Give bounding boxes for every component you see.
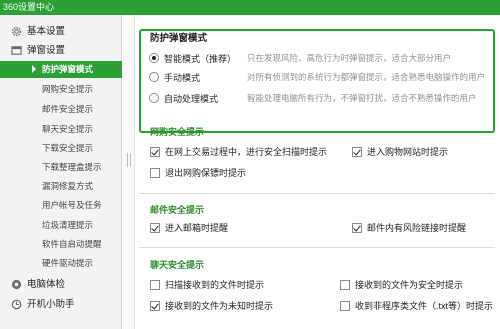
- sidebar-group-label: 弹窗设置: [27, 45, 66, 56]
- splitter[interactable]: [123, 15, 135, 329]
- sidebar: 基本设置 弹窗设置 防护弹窗模式 网购安全提示 邮件安全提示 聊天安全提示 下载…: [0, 15, 122, 329]
- sidebar-group-basic[interactable]: 基本设置: [0, 22, 122, 41]
- sidebar-item-label: 网购安全提示: [42, 84, 94, 94]
- sidebar-group-label: 电脑体检: [27, 279, 66, 290]
- radio-smart-mode[interactable]: 智能模式（推荐） 只在发现风险、高危行为时弹窗提示，适合大部分用户: [149, 51, 489, 65]
- checkbox-label: 退出网购保镖时提示: [165, 168, 247, 178]
- sidebar-item-label: 硬件驱动提示: [42, 258, 94, 268]
- sidebar-item-label: 用户帐号及任务: [42, 200, 102, 210]
- protect-mode-title: 防护弹窗模式: [150, 33, 208, 44]
- sidebar-item-autostart[interactable]: 软件自启动提醒: [0, 236, 122, 253]
- sidebar-item-label: 垃圾清理提示: [42, 220, 94, 230]
- window-title: 360设置中心: [3, 2, 55, 12]
- window-icon: [11, 46, 22, 55]
- radio-description: 只在发现风险、高危行为时弹窗提示，适合大部分用户: [247, 53, 452, 63]
- sidebar-item-label: 防护弹窗模式: [42, 64, 94, 74]
- sidebar-item-label: 软件自启动提醒: [42, 239, 102, 249]
- mail-section-title: 邮件安全提示: [150, 205, 205, 215]
- sidebar-item-label: 漏洞修复方式: [42, 181, 94, 191]
- checkbox-label: 收到非程序类文件（.txt等）时提示: [355, 301, 494, 311]
- checkbox[interactable]: [150, 301, 160, 311]
- sidebar-item-shopping[interactable]: 网购安全提示: [0, 81, 122, 98]
- checkbox[interactable]: [352, 147, 362, 157]
- clock-icon: [11, 299, 22, 310]
- checkbox-label: 邮件内有风险链接时提醒: [367, 223, 467, 233]
- radio-button[interactable]: [149, 53, 159, 63]
- settings-panel: 防护弹窗模式 智能模式（推荐） 只在发现风险、高危行为时弹窗提示，适合大部分用户…: [136, 15, 500, 329]
- checkup-icon: [11, 279, 22, 290]
- radio-label: 智能模式（推荐）: [164, 54, 237, 64]
- radio-label: 自动处理模式: [164, 94, 219, 104]
- sidebar-item-label: 聊天安全提示: [42, 124, 94, 134]
- sidebar-item-account[interactable]: 用户帐号及任务: [0, 197, 122, 214]
- sidebar-item-mail[interactable]: 邮件安全提示: [0, 101, 122, 118]
- active-arrow-icon: [32, 65, 36, 73]
- sidebar-item-label: 下载整理盒提示: [42, 162, 102, 172]
- sidebar-group-label: 开机小助手: [27, 299, 75, 310]
- sidebar-item-driver[interactable]: 硬件驱动提示: [0, 255, 122, 272]
- checkbox-label: 在网上交易过程中，进行安全扫描时提示: [165, 147, 328, 157]
- radio-description: 对所有侦测到的系统行为都弹窗提示，适合熟悉电脑操作的用户: [247, 72, 486, 82]
- section-divider: [139, 247, 495, 248]
- checkbox-label: 接收到的文件为未知时提示: [165, 301, 274, 311]
- checkbox[interactable]: [340, 280, 350, 290]
- sidebar-item-chat[interactable]: 聊天安全提示: [0, 121, 122, 138]
- checkbox-label: 进入邮箱时提醒: [165, 223, 229, 233]
- sidebar-item-patch[interactable]: 漏洞修复方式: [0, 178, 122, 195]
- sidebar-item-label: 下载安全提示: [42, 143, 94, 153]
- radio-button[interactable]: [149, 72, 159, 82]
- radio-button[interactable]: [149, 93, 159, 103]
- section-divider: [139, 193, 495, 194]
- sidebar-item-label: 邮件安全提示: [42, 104, 94, 114]
- checkbox[interactable]: [352, 223, 362, 233]
- radio-manual-mode[interactable]: 手动模式 对所有侦测到的系统行为都弹窗提示，适合熟悉电脑操作的用户: [149, 70, 489, 84]
- sidebar-item-download-box[interactable]: 下载整理盒提示: [0, 159, 122, 176]
- checkbox-label: 扫描接收到的文件时提示: [165, 280, 265, 290]
- checkbox[interactable]: [340, 301, 350, 311]
- radio-description: 智能处理电脑所有行为，不弹窗打扰，适合不熟悉操作的用户: [247, 93, 477, 103]
- sidebar-item-protect-mode[interactable]: 防护弹窗模式: [0, 61, 122, 78]
- checkbox-label: 接收到的文件为安全时提示: [355, 280, 464, 290]
- checkbox[interactable]: [150, 168, 160, 178]
- radio-auto-mode[interactable]: 自动处理模式 智能处理电脑所有行为，不弹窗打扰，适合不熟悉操作的用户: [149, 91, 489, 105]
- chat-section-title: 聊天安全提示: [150, 260, 205, 270]
- checkbox-label: 进入购物网站时提示: [367, 147, 449, 157]
- sidebar-item-download[interactable]: 下载安全提示: [0, 140, 122, 157]
- splitter-grip-icon: [127, 153, 131, 167]
- checkbox[interactable]: [150, 147, 160, 157]
- radio-label: 手动模式: [164, 73, 201, 83]
- shopping-section-title: 网购安全提示: [150, 127, 205, 137]
- sidebar-group-checkup[interactable]: 电脑体检: [0, 275, 122, 294]
- sidebar-group-boot-helper[interactable]: 开机小助手: [0, 295, 122, 314]
- sidebar-group-label: 基本设置: [27, 26, 66, 37]
- sidebar-item-cleanup[interactable]: 垃圾清理提示: [0, 217, 122, 234]
- gear-icon: [11, 26, 22, 37]
- checkbox[interactable]: [150, 223, 160, 233]
- checkbox[interactable]: [150, 280, 160, 290]
- sidebar-group-popup[interactable]: 弹窗设置: [0, 41, 122, 60]
- title-bar: 360设置中心: [0, 0, 500, 15]
